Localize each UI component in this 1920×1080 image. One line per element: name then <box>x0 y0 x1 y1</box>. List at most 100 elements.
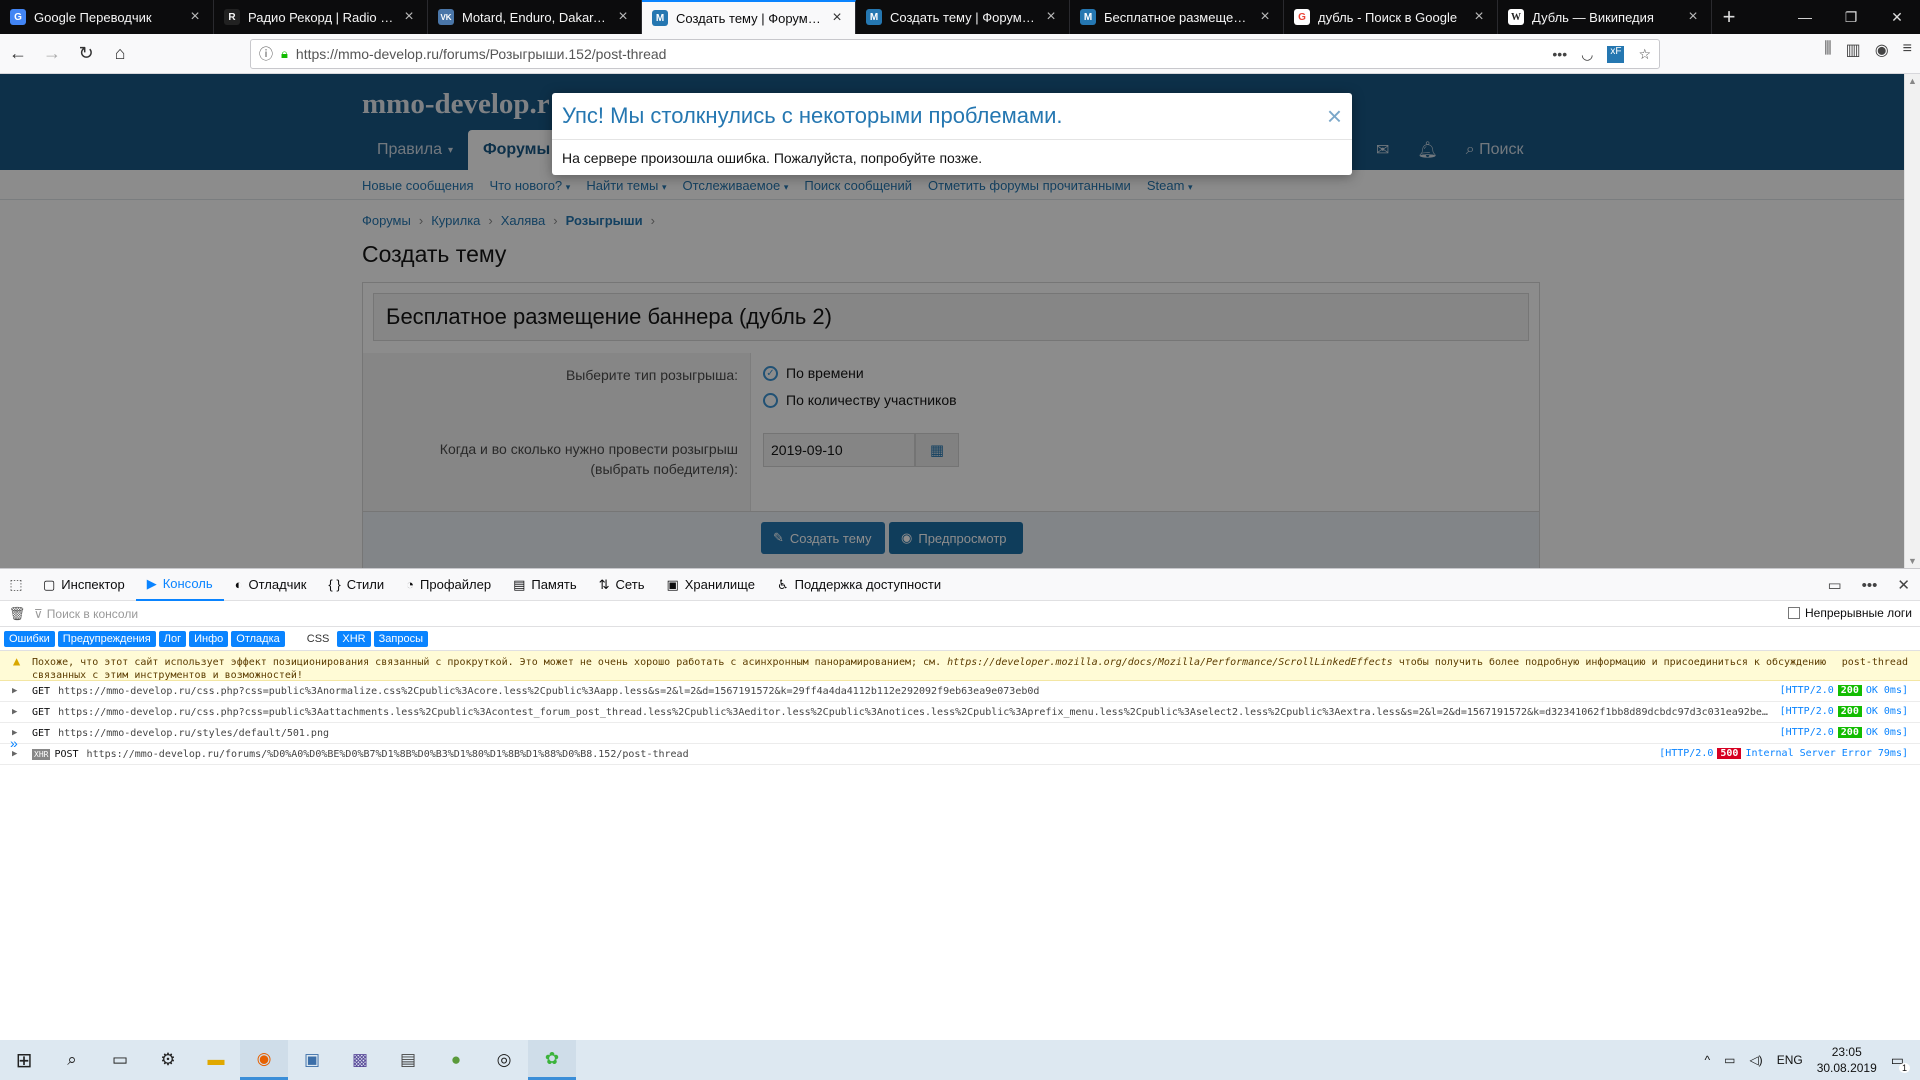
filter-xhr[interactable]: XHR <box>337 630 371 647</box>
browser-tab[interactable]: G Google Переводчик × <box>0 0 214 34</box>
minimize-icon[interactable]: — <box>1782 0 1828 34</box>
close-icon[interactable]: × <box>1327 101 1342 132</box>
scroll-up-icon[interactable]: ▲ <box>1908 76 1917 86</box>
app-icon[interactable]: ▩ <box>336 1040 384 1080</box>
windows-start-icon[interactable]: ⊞ <box>0 1040 48 1080</box>
network-icon[interactable]: ▭ <box>1724 1053 1735 1067</box>
console-filter-input[interactable]: ⊽ Поиск в консоли <box>34 607 138 621</box>
library-icon[interactable]: ⫼ <box>1824 40 1831 60</box>
trash-icon[interactable]: 🗑︎ <box>0 606 34 622</box>
console-prompt-icon[interactable]: » <box>10 735 18 751</box>
info-icon[interactable]: ⓘ <box>259 44 273 64</box>
close-icon[interactable]: × <box>1685 8 1701 26</box>
checkbox-icon[interactable] <box>1787 607 1800 619</box>
page-actions-icon[interactable]: ••• <box>1552 46 1567 63</box>
reload-icon[interactable]: ↻ <box>70 38 102 70</box>
new-tab-button[interactable]: + <box>1712 0 1746 34</box>
volume-icon[interactable]: ◁) <box>1749 1053 1762 1067</box>
sidebar-icon[interactable]: ▥ <box>1846 40 1861 60</box>
filter-css[interactable]: CSS <box>302 631 335 647</box>
forward-arrow-icon[interactable]: → <box>36 38 68 70</box>
browser-tab-active[interactable]: M Создать тему | Форум адми... × <box>642 0 856 34</box>
lock-icon[interactable]: 🔒︎ <box>281 46 288 62</box>
menu-icon[interactable]: ≡ <box>1903 40 1912 60</box>
close-icon[interactable]: × <box>1471 8 1487 26</box>
devtools-tab-storage[interactable]: ▣ Хранилище <box>655 569 766 601</box>
devtools-tab-inspector[interactable]: ▢ Инспектор <box>32 569 136 601</box>
filter-log[interactable]: Лог <box>158 630 187 647</box>
network-log-row[interactable]: ▶ GET https://mmo-develop.ru/styles/defa… <box>0 723 1920 744</box>
close-icon[interactable]: × <box>1043 8 1059 26</box>
xf-extension-icon[interactable]: xF <box>1607 45 1625 63</box>
warning-link[interactable]: https://developer.mozilla.org/docs/Mozil… <box>947 657 1393 668</box>
devtools-tab-console[interactable]: ▶ Консоль <box>135 569 224 601</box>
close-icon[interactable]: × <box>187 8 203 26</box>
app-icon[interactable]: ▤ <box>384 1040 432 1080</box>
back-arrow-icon[interactable]: ← <box>2 38 34 70</box>
close-icon[interactable]: × <box>829 9 845 27</box>
app-icon[interactable]: ● <box>432 1040 480 1080</box>
filter-warnings[interactable]: Предупреждения <box>57 630 156 647</box>
dock-icon[interactable]: ▭ <box>1827 576 1841 594</box>
file-explorer-icon[interactable]: ▬ <box>192 1040 240 1080</box>
bookmark-star-icon[interactable]: ☆ <box>1638 46 1651 63</box>
navigation-toolbar: ← → ↻ ⌂ ⓘ 🔒︎ https://mmo-develop.ru/foru… <box>0 34 1920 74</box>
request-url[interactable]: https://mmo-develop.ru/styles/default/50… <box>58 728 329 739</box>
devtools-tab-debugger[interactable]: ◐ Отладчик <box>224 569 318 601</box>
filter-info[interactable]: Инфо <box>189 630 229 647</box>
url-text[interactable]: https://mmo-develop.ru/forums/Розыгрыши.… <box>296 46 1552 62</box>
more-options-icon[interactable]: ••• <box>1862 577 1878 594</box>
url-bar[interactable]: ⓘ 🔒︎ https://mmo-develop.ru/forums/Розыг… <box>250 39 1660 69</box>
network-log-row[interactable]: ▶ GET https://mmo-develop.ru/css.php?css… <box>0 702 1920 723</box>
devtools-tab-network[interactable]: ⇅ Сеть <box>588 569 656 601</box>
devtools-tab-profiler[interactable]: ◔ Профайлер <box>395 569 502 601</box>
search-icon[interactable]: ⌕ <box>48 1040 96 1080</box>
network-log-row[interactable]: ▶ GET https://mmo-develop.ru/css.php?css… <box>0 681 1920 702</box>
browser-tab[interactable]: G дубль - Поиск в Google × <box>1284 0 1498 34</box>
app-icon[interactable]: ▣ <box>288 1040 336 1080</box>
expand-arrow-icon[interactable]: ▶ <box>12 686 32 696</box>
request-url[interactable]: https://mmo-develop.ru/css.php?css=publi… <box>58 686 1039 697</box>
close-icon[interactable]: × <box>1257 8 1273 26</box>
settings-gear-icon[interactable]: ⚙ <box>144 1040 192 1080</box>
restore-icon[interactable]: ❐ <box>1828 0 1874 34</box>
close-icon[interactable]: × <box>615 8 631 26</box>
request-url[interactable]: https://mmo-develop.ru/forums/%D0%A0%D0%… <box>87 749 689 760</box>
network-log-row-error[interactable]: ▶ XHR POST https://mmo-develop.ru/forums… <box>0 744 1920 765</box>
devtools-tab-accessibility[interactable]: ♿︎ Поддержка доступности <box>766 569 952 601</box>
language-indicator[interactable]: ENG <box>1777 1053 1803 1067</box>
element-picker-icon[interactable]: ⬚ <box>0 569 32 601</box>
firefox-icon[interactable]: ◉ <box>240 1040 288 1080</box>
close-icon[interactable]: ✕ <box>1897 576 1910 594</box>
request-status: [HTTP/2.0 200 OK 0ms] <box>1780 685 1908 696</box>
filter-debug[interactable]: Отладка <box>231 630 285 647</box>
window-close-icon[interactable]: ✕ <box>1874 0 1920 34</box>
app-icon[interactable]: ◎ <box>480 1040 528 1080</box>
icq-icon[interactable]: ✿ <box>528 1040 576 1080</box>
browser-tab[interactable]: VK Motard, Enduro, Dakar, Baltic × <box>428 0 642 34</box>
scroll-down-icon[interactable]: ▼ <box>1908 556 1917 566</box>
expand-arrow-icon[interactable]: ▶ <box>12 707 32 717</box>
tab-label: Инспектор <box>61 577 125 592</box>
task-view-icon[interactable]: ▭ <box>96 1040 144 1080</box>
devtools-tab-styles[interactable]: { } Стили <box>317 569 395 601</box>
filter-errors[interactable]: Ошибки <box>4 630 55 647</box>
browser-tab[interactable]: M Бесплатное размещение ба... × <box>1070 0 1284 34</box>
home-icon[interactable]: ⌂ <box>104 38 136 70</box>
chevron-up-icon[interactable]: ^ <box>1704 1053 1710 1067</box>
clock[interactable]: 23:05 30.08.2019 <box>1817 1044 1877 1076</box>
account-icon[interactable]: ◉ <box>1875 40 1889 60</box>
page-scrollbar[interactable]: ▲ ▼ <box>1904 74 1920 568</box>
close-icon[interactable]: × <box>401 8 417 26</box>
accessibility-icon: ♿︎ <box>776 576 789 592</box>
notifications-icon[interactable]: ▭ 1 <box>1891 1052 1910 1073</box>
browser-tab[interactable]: W Дубль — Википедия × <box>1498 0 1712 34</box>
browser-tab[interactable]: R Радио Рекорд | Radio Record × <box>214 0 428 34</box>
filter-requests[interactable]: Запросы <box>373 630 428 647</box>
pocket-icon[interactable]: ◡ <box>1581 46 1593 63</box>
persist-logs-checkbox[interactable]: Непрерывные логи <box>1787 606 1912 620</box>
devtools-tab-memory[interactable]: ▤ Память <box>502 569 588 601</box>
request-url[interactable]: https://mmo-develop.ru/css.php?css=publi… <box>58 707 1768 718</box>
warning-source[interactable]: post-thread <box>1842 656 1908 669</box>
browser-tab[interactable]: M Создать тему | Форум адми... × <box>856 0 1070 34</box>
